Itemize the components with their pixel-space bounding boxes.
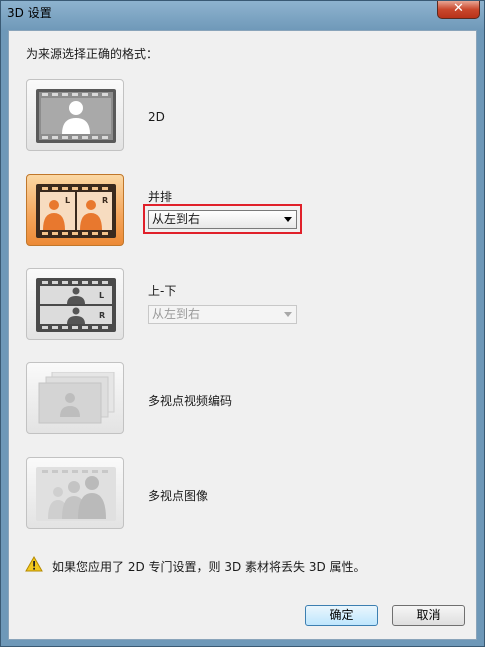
- format-2d-button[interactable]: [26, 79, 124, 151]
- dialog-window: 3D 设置 ✕ 为来源选择正确的格式： 2D L R 并排 从左到右 L R 上…: [0, 0, 485, 647]
- format-2d-label: 2D: [148, 110, 165, 124]
- ok-button[interactable]: 确定: [305, 605, 378, 626]
- format-multiview-video-label: 多视点视频编码: [148, 394, 233, 408]
- format-multiview-image-label: 多视点图像: [148, 489, 209, 503]
- top-bottom-order-value: 从左到右: [152, 307, 201, 321]
- top-bottom-film-icon: L R: [36, 278, 116, 332]
- close-button[interactable]: ✕: [437, 1, 480, 19]
- format-side-by-side-button[interactable]: L R: [26, 174, 124, 246]
- dialog-content: 为来源选择正确的格式： 2D L R 并排 从左到右 L R 上-下 从左到右 …: [8, 30, 477, 640]
- top-marker: L: [99, 291, 104, 300]
- format-top-bottom-button[interactable]: L R: [26, 268, 124, 340]
- format-side-by-side-label: 并排: [148, 190, 173, 204]
- close-icon: ✕: [453, 1, 464, 16]
- bottom-marker: R: [99, 311, 105, 320]
- chevron-down-icon: [284, 312, 292, 317]
- left-marker: L: [65, 196, 70, 205]
- warning-message: 如果您应用了 2D 专门设置，则 3D 素材将丢失 3D 属性。: [52, 560, 366, 574]
- format-multiview-video-button[interactable]: [26, 362, 124, 434]
- warning-icon: [25, 556, 43, 572]
- top-bottom-order-dropdown[interactable]: 从左到右: [148, 305, 297, 324]
- multiview-image-icon: [36, 467, 116, 521]
- side-by-side-order-value: 从左到右: [152, 212, 201, 226]
- format-multiview-image-button[interactable]: [26, 457, 124, 529]
- chevron-down-icon: [284, 217, 292, 222]
- cancel-button[interactable]: 取消: [392, 605, 465, 626]
- right-marker: R: [102, 196, 108, 205]
- side-by-side-order-dropdown[interactable]: 从左到右: [148, 210, 297, 229]
- multiview-video-icon: [38, 372, 115, 424]
- single-view-film-icon: [36, 89, 116, 143]
- window-title: 3D 设置: [7, 6, 52, 20]
- format-top-bottom-label: 上-下: [148, 284, 177, 298]
- title-bar[interactable]: 3D 设置 ✕: [1, 1, 484, 23]
- side-by-side-film-icon: L R: [36, 184, 116, 238]
- format-prompt: 为来源选择正确的格式：: [26, 47, 159, 61]
